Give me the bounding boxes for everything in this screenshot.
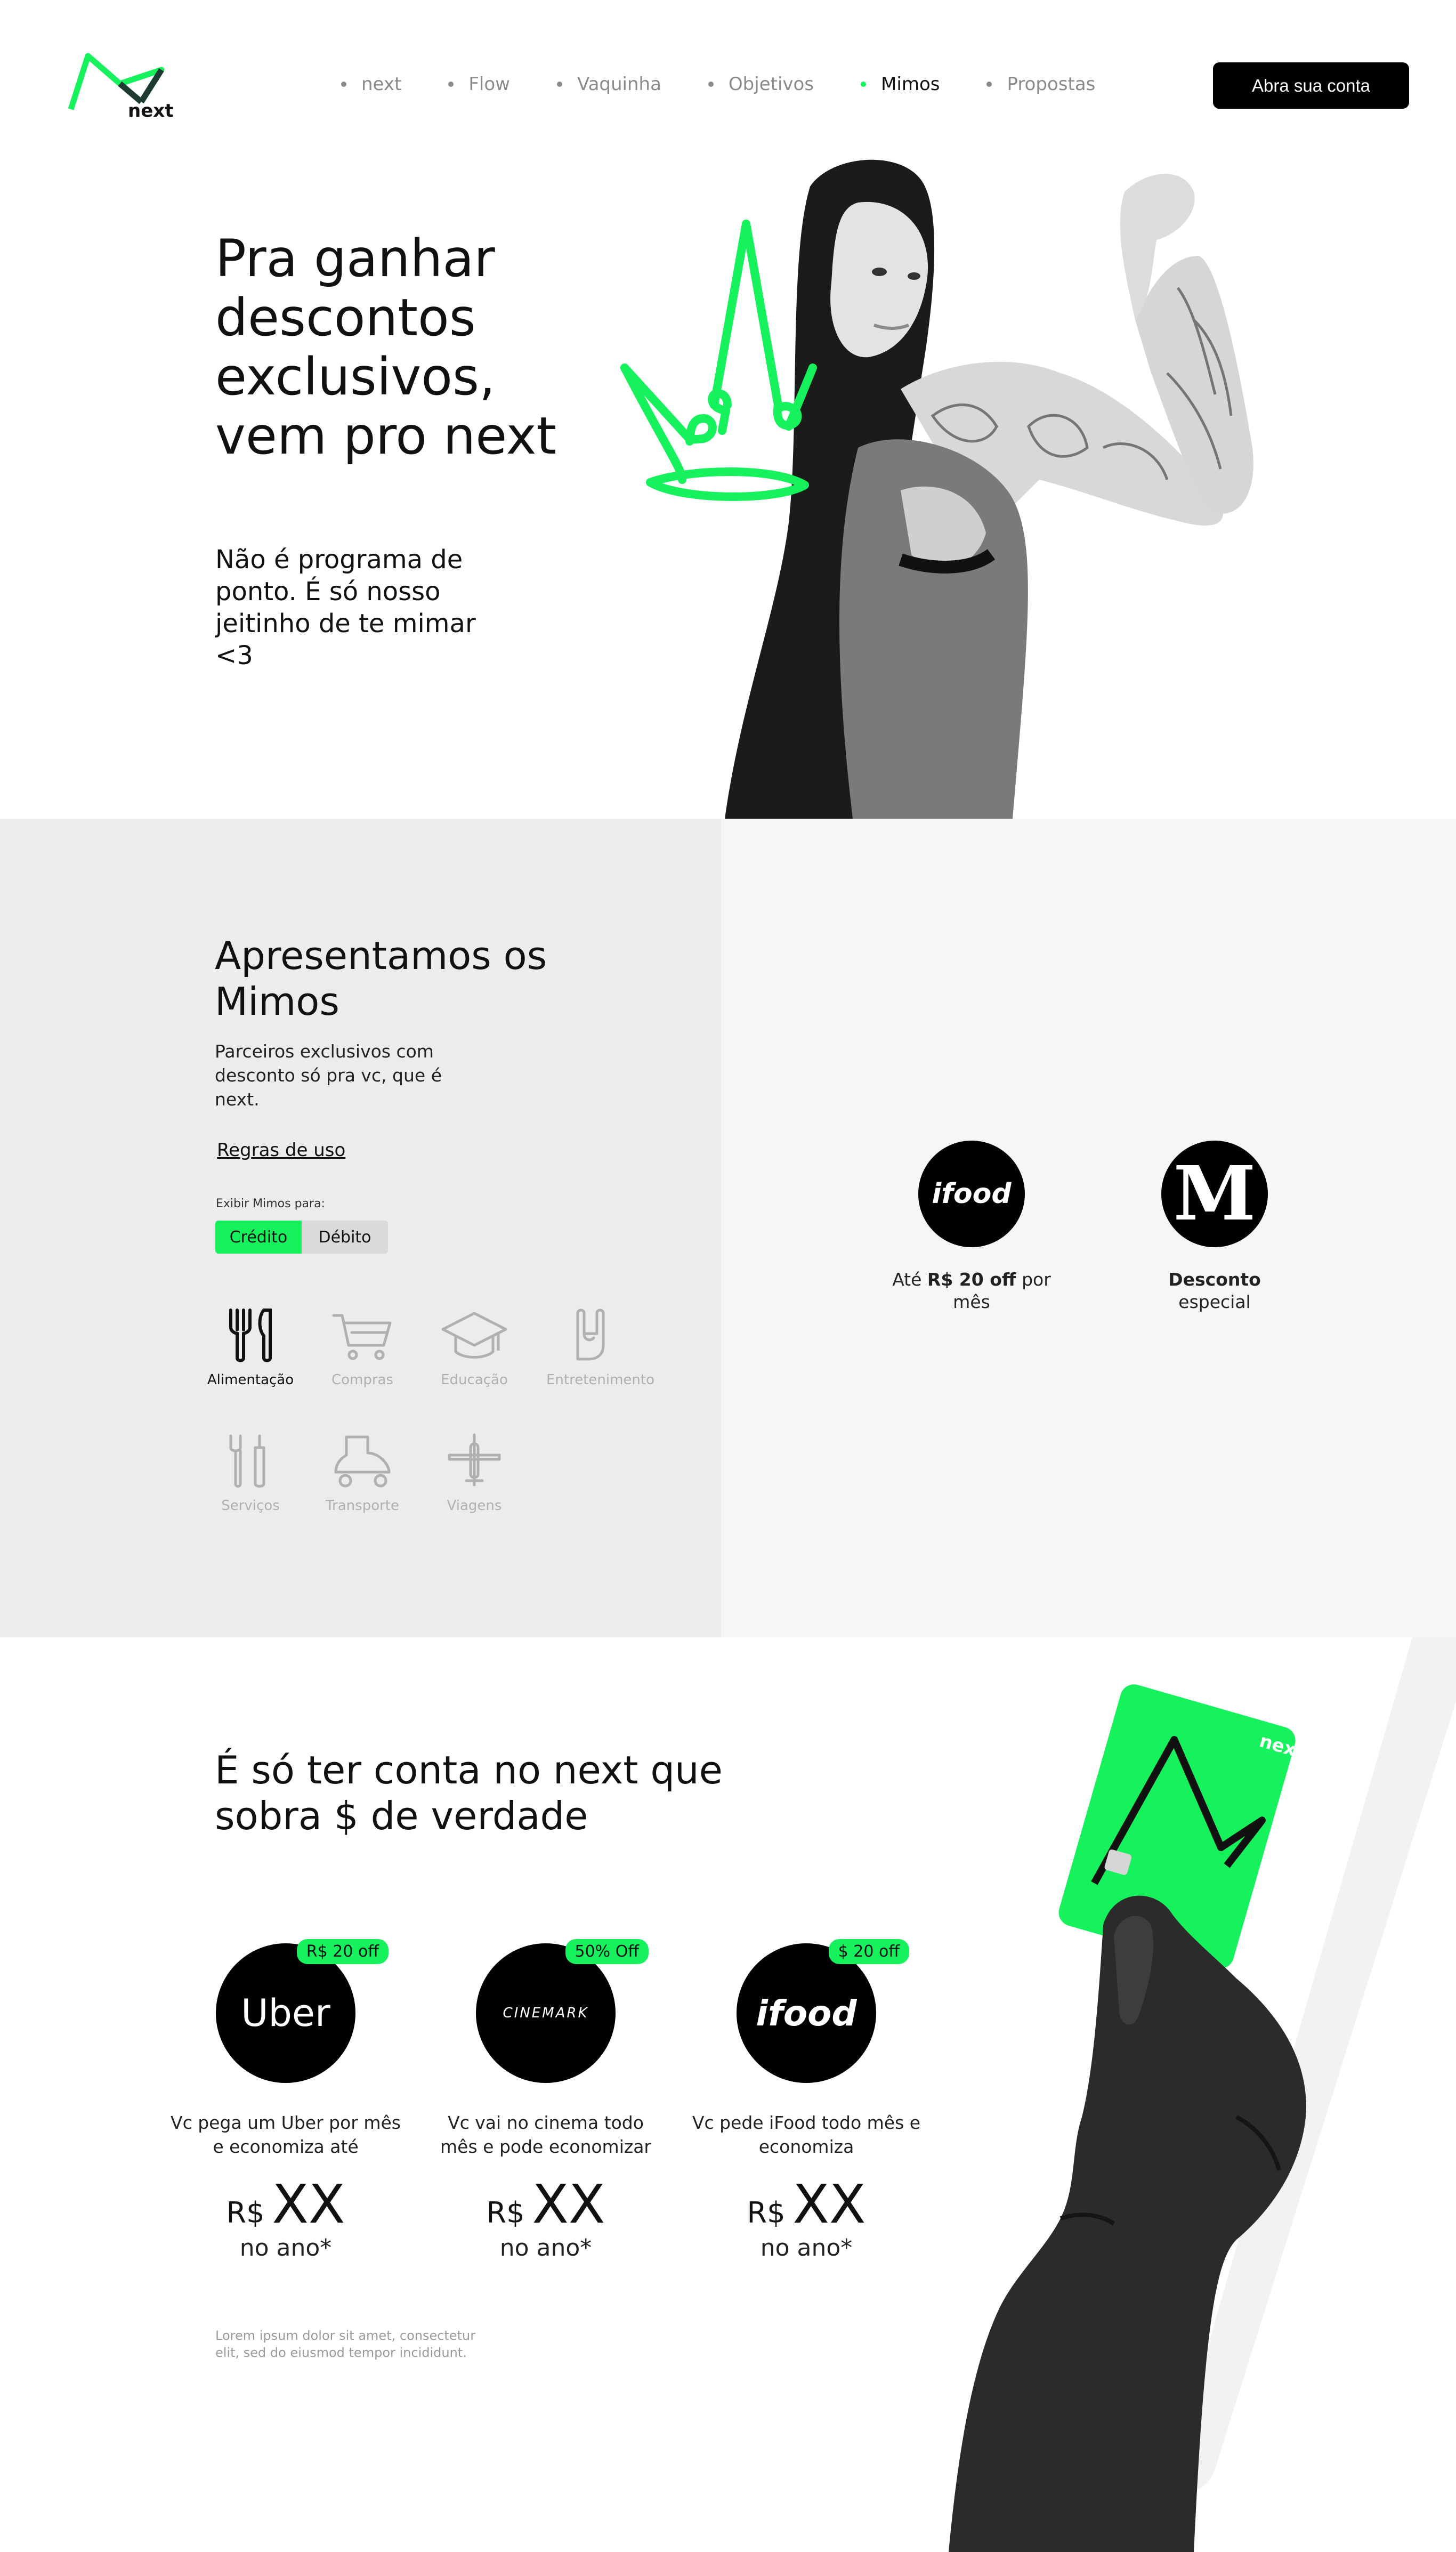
disclaimer: Lorem ipsum dolor sit amet, consectetur … — [215, 2328, 476, 2360]
nav-item-next[interactable]: next — [341, 74, 401, 95]
bullet-icon — [986, 82, 992, 87]
offer-ifood: ifood $ 20 off Vc pede iFood todo mês e … — [689, 1939, 924, 2262]
partner-logo-text: M — [1173, 1150, 1256, 1238]
offer-period: no ano* — [760, 2234, 853, 2262]
hero-title: Pra ganhar descontos exclusivos, vem pro… — [215, 229, 557, 466]
graduation-cap-icon — [441, 1312, 507, 1359]
offer-logo-text: CINEMARK — [503, 2005, 589, 2021]
offer-cinemark: CINEMARK 50% Off Vc vai no cinema todo m… — [428, 1939, 663, 2262]
nav-label: Mimos — [881, 74, 940, 95]
nav-label: Vaquinha — [577, 74, 661, 95]
bullet-icon — [861, 82, 867, 87]
nav-item-vaquinha[interactable]: Vaquinha — [556, 74, 661, 95]
uber-logo: Uber R$ 20 off — [216, 1939, 389, 2083]
scooter-icon — [334, 1435, 391, 1488]
category-label: Alimentação — [207, 1372, 294, 1388]
category-servicos[interactable]: Serviços — [205, 1432, 296, 1514]
nav-item-mimos[interactable]: Mimos — [861, 74, 940, 95]
nav-item-flow[interactable]: Flow — [448, 74, 510, 95]
site-header: next next Flow Vaquinha Objetivos Mimos … — [0, 0, 1456, 165]
partner-ifood[interactable]: ifood Até R$ 20 off por mês — [886, 1141, 1057, 1313]
offer-description: Vc pede iFood todo mês e economiza — [692, 2112, 921, 2157]
offer-post: especial — [1178, 1291, 1251, 1312]
amount-value: XX — [792, 2173, 866, 2235]
nav-label: Flow — [468, 74, 510, 95]
category-compras[interactable]: Compras — [317, 1306, 408, 1388]
partner-offer: Desconto especial — [1129, 1269, 1300, 1313]
bullet-icon — [708, 82, 714, 87]
offer-description: Vc pega um Uber por mês e economiza até — [171, 2112, 401, 2157]
cutlery-icon — [229, 1309, 272, 1362]
mcdonalds-logo: M — [1161, 1141, 1268, 1247]
cinemark-logo: CINEMARK 50% Off — [476, 1939, 649, 2083]
hand-holding-card-photo: next — [949, 1637, 1456, 2552]
category-entretenimento[interactable]: Entretenimento — [546, 1306, 655, 1388]
category-alimentacao[interactable]: Alimentação — [205, 1306, 296, 1388]
ifood-logo: ifood — [918, 1141, 1025, 1247]
partner-logo-text: ifood — [932, 1178, 1012, 1210]
offer-logo-text: ifood — [756, 1992, 857, 2034]
offer-description: Vc vai no cinema todo mês e pode economi… — [440, 2112, 651, 2157]
mimos-description: Parceiros exclusivos com desconto só pra… — [215, 1041, 442, 1110]
ifood-logo: ifood $ 20 off — [737, 1939, 909, 2083]
partner-mcdonalds[interactable]: M Desconto especial — [1129, 1141, 1300, 1313]
nav-label: next — [361, 74, 402, 95]
category-label: Entretenimento — [546, 1372, 655, 1388]
nav-label: Objetivos — [728, 74, 814, 95]
amount-value: XX — [532, 2173, 605, 2235]
category-label: Serviços — [221, 1498, 280, 1514]
category-label: Viagens — [447, 1498, 502, 1514]
discount-badge: $ 20 off — [828, 1939, 909, 1964]
offer-logo-text: Uber — [241, 1991, 330, 2035]
offer-pre: Até — [892, 1269, 927, 1290]
offer-amount: R$ XX — [168, 2178, 403, 2231]
card-type-toggle: Crédito Débito — [215, 1221, 388, 1254]
category-label: Transporte — [326, 1498, 399, 1514]
offer-bold: Desconto — [1168, 1269, 1261, 1290]
category-transporte[interactable]: Transporte — [317, 1432, 408, 1514]
hero-woman-photo — [620, 159, 1253, 819]
logo-wordmark: next — [128, 100, 174, 122]
bullet-icon — [341, 82, 346, 87]
hero-subtitle: Não é programa de ponto. É só nosso jeit… — [215, 545, 476, 671]
category-label: Compras — [331, 1372, 394, 1388]
tools-icon — [229, 1434, 265, 1488]
discount-badge: 50% Off — [565, 1939, 649, 1964]
mimos-title: Apresentamos os Mimos — [215, 933, 547, 1024]
amount-value: XX — [272, 2173, 345, 2235]
nav-item-objetivos[interactable]: Objetivos — [708, 74, 814, 95]
offer-amount: R$ XX — [428, 2178, 663, 2231]
category-label: Educação — [441, 1372, 508, 1388]
cart-icon — [332, 1314, 392, 1360]
rules-link[interactable]: Regras de uso — [217, 1140, 345, 1161]
category-viagens[interactable]: Viagens — [429, 1432, 520, 1514]
bullet-icon — [448, 82, 454, 87]
mimos-partners-panel — [721, 819, 1456, 1637]
partner-offer: Até R$ 20 off por mês — [886, 1269, 1057, 1313]
rock-hand-icon — [576, 1309, 605, 1361]
offer-bold: R$ 20 off — [927, 1269, 1016, 1290]
toggle-debit[interactable]: Débito — [302, 1221, 388, 1254]
airplane-icon — [448, 1433, 501, 1487]
offer-uber: Uber R$ 20 off Vc pega um Uber por mês e… — [168, 1939, 403, 2262]
savings-title: É só ter conta no next que sobra $ de ve… — [215, 1748, 723, 1838]
bullet-icon — [556, 82, 562, 87]
toggle-label: Exibir Mimos para: — [216, 1197, 325, 1210]
nav-label: Propostas — [1007, 74, 1096, 95]
offer-period: no ano* — [239, 2234, 332, 2262]
currency: R$ — [486, 2196, 525, 2230]
main-nav: next Flow Vaquinha Objetivos Mimos Propo… — [341, 74, 1142, 95]
nav-item-propostas[interactable]: Propostas — [986, 74, 1095, 95]
currency: R$ — [747, 2196, 786, 2230]
toggle-credit[interactable]: Crédito — [215, 1221, 302, 1254]
discount-badge: R$ 20 off — [296, 1939, 389, 1964]
currency: R$ — [226, 2196, 265, 2230]
category-educacao[interactable]: Educação — [429, 1306, 520, 1388]
open-account-button[interactable]: Abra sua conta — [1213, 62, 1409, 109]
offer-period: no ano* — [499, 2234, 592, 2262]
offer-amount: R$ XX — [689, 2178, 924, 2231]
